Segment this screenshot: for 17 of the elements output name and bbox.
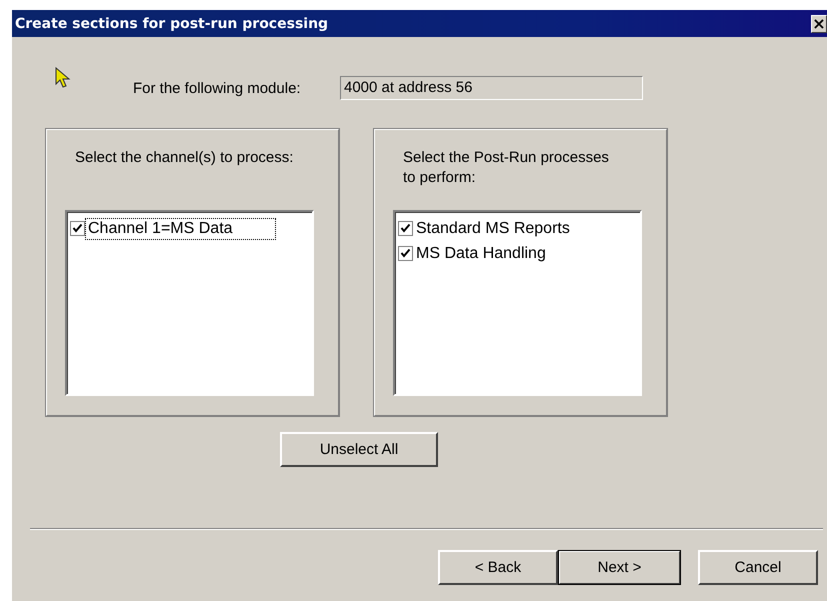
list-item[interactable]: MS Data Handling xyxy=(413,242,549,264)
checkbox[interactable] xyxy=(70,221,85,236)
wizard-button[interactable]: Cancel xyxy=(698,550,818,585)
close-button[interactable]: × xyxy=(811,14,827,32)
checkbox[interactable] xyxy=(398,246,413,261)
cursor-icon xyxy=(55,67,71,89)
module-label: For the following module: xyxy=(133,80,302,96)
module-field: 4000 at address 56 xyxy=(340,76,643,100)
group-prompt: Select the channel(s) to process: xyxy=(74,148,294,168)
unselect-all-button[interactable]: Unselect All xyxy=(280,432,438,467)
window-title: Create sections for post-run processing xyxy=(14,16,328,32)
list-item[interactable]: Standard MS Reports xyxy=(413,218,573,240)
checkbox[interactable] xyxy=(398,221,413,236)
wizard-button[interactable]: < Back xyxy=(438,550,558,585)
list-item[interactable]: Channel 1=MS Data xyxy=(85,218,276,240)
wizard-button[interactable]: Next > xyxy=(558,550,681,585)
group-prompt: Select the Post-Run processes to perform: xyxy=(402,148,610,188)
